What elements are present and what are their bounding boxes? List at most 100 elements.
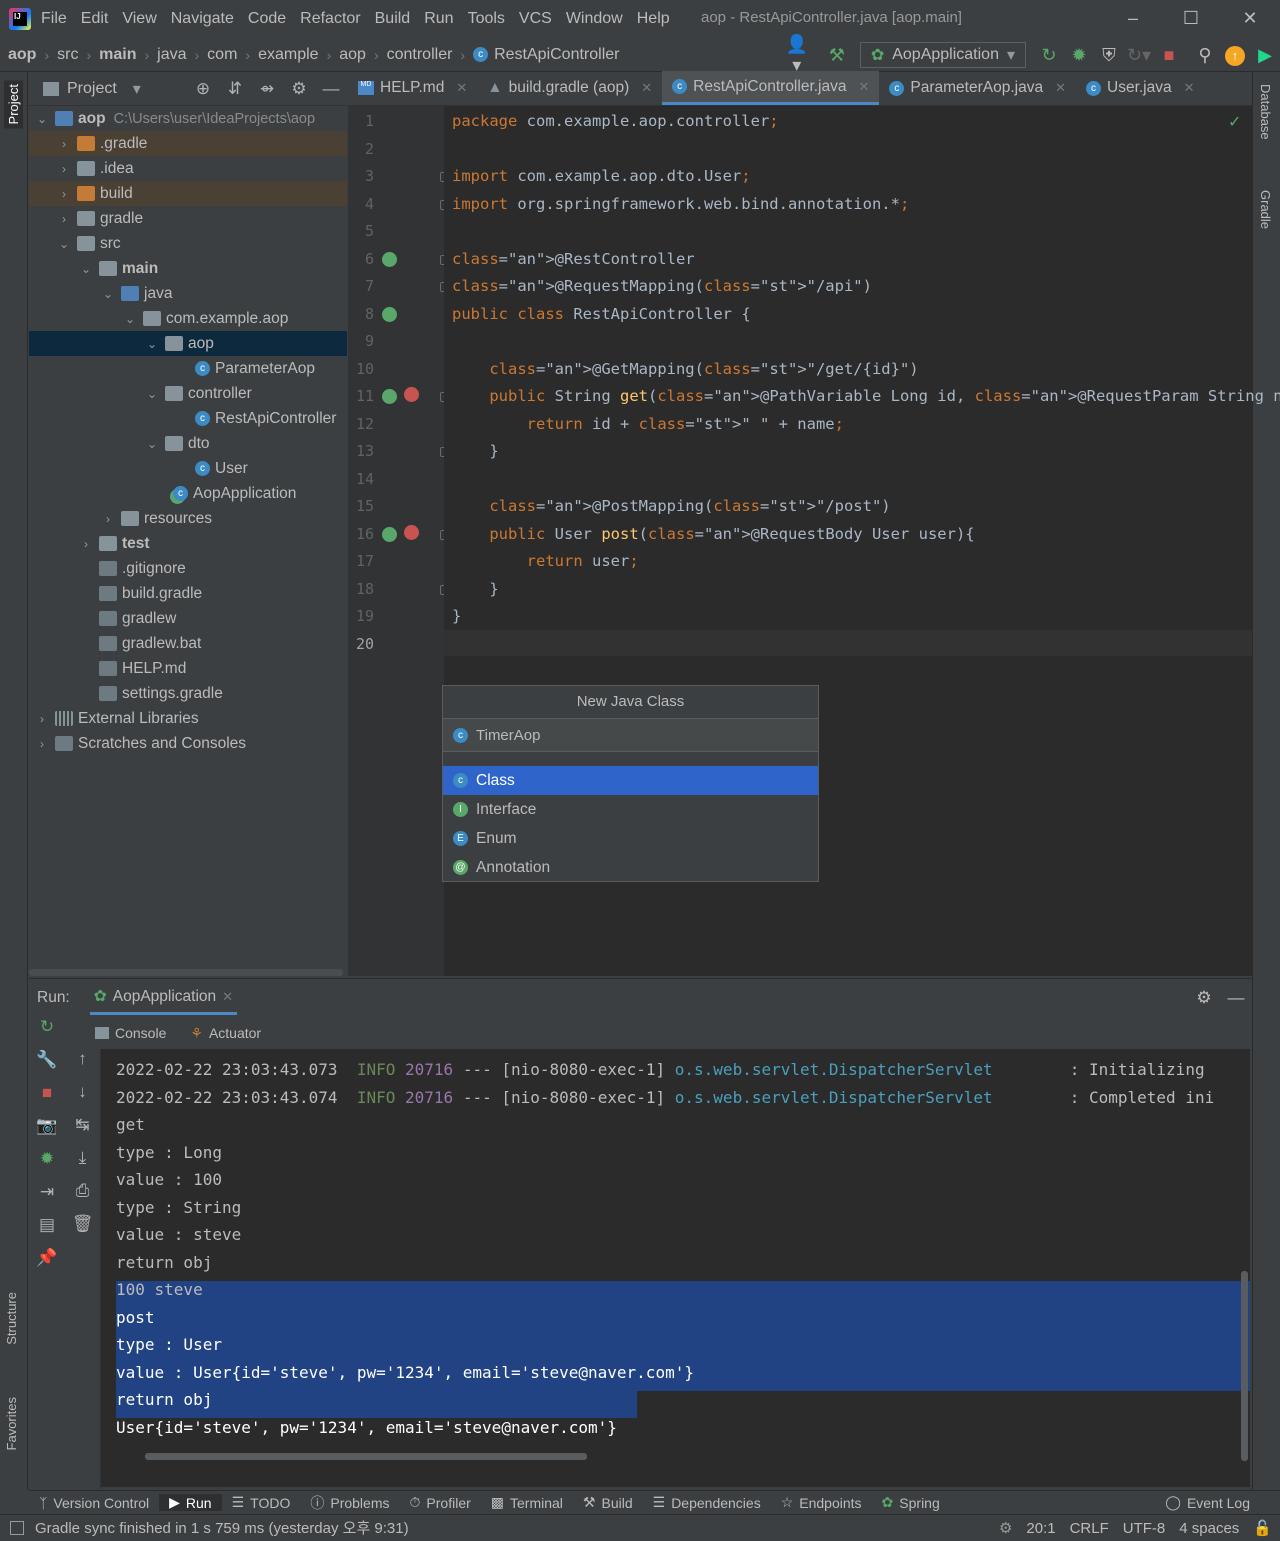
hide-icon[interactable]: — <box>1220 988 1252 1008</box>
restore-icon[interactable]: ✹ <box>29 1149 65 1182</box>
option-enum[interactable]: E Enum <box>443 824 818 853</box>
locate-icon[interactable]: ⊕ <box>187 79 219 99</box>
tree-item-aop-package[interactable]: ⌄ aop <box>29 331 347 356</box>
horizontal-scrollbar[interactable] <box>29 969 343 976</box>
spring-bean-icon[interactable] <box>382 306 397 322</box>
tree-item-package[interactable]: ⌄ com.example.aop <box>29 306 347 331</box>
hide-icon[interactable]: — <box>315 79 347 99</box>
jetbrains-toolbox-icon[interactable]: ▶ <box>1250 45 1280 66</box>
close-icon[interactable]: ✕ <box>456 80 467 96</box>
stop-icon[interactable]: ■ <box>1154 45 1184 66</box>
trash-icon[interactable]: 🗑 <box>65 1214 100 1247</box>
tree-item-dot-gradle[interactable]: › .gradle <box>29 131 347 156</box>
crumb-example[interactable]: example <box>258 46 318 64</box>
crumb-main[interactable]: main <box>99 46 136 64</box>
gear-icon[interactable]: ⚙ <box>283 79 315 99</box>
tree-item-build-gradle[interactable]: build.gradle <box>29 581 347 606</box>
close-icon[interactable]: ✕ <box>1184 80 1195 96</box>
minimize-icon[interactable]: – <box>1121 6 1145 30</box>
menu-build[interactable]: Build <box>375 10 411 28</box>
console-output[interactable]: 2022-02-22 23:03:43.073 INFO 20716 --- [… <box>101 1049 1250 1487</box>
menu-help[interactable]: Help <box>637 10 670 28</box>
build-hammer-icon[interactable]: ⚒ <box>822 45 852 66</box>
request-mapping-icon[interactable] <box>382 389 397 404</box>
tab-todo[interactable]: ☰ TODO <box>222 1494 301 1511</box>
crumb-aop[interactable]: aop <box>339 46 366 64</box>
request-mapping-icon[interactable] <box>382 526 397 542</box>
close-icon[interactable]: ✕ <box>1055 80 1066 96</box>
menu-view[interactable]: View <box>122 10 156 28</box>
gear-icon[interactable]: ⚙ <box>1188 988 1220 1008</box>
tree-item-restapicontroller[interactable]: c RestApiController <box>29 406 347 431</box>
file-encoding[interactable]: UTF-8 <box>1123 1520 1166 1537</box>
soft-wrap-icon[interactable]: ↹ <box>65 1115 100 1148</box>
option-class[interactable]: c Class <box>443 766 818 795</box>
menu-run[interactable]: Run <box>424 10 453 28</box>
menu-window[interactable]: Window <box>566 10 623 28</box>
intellij-logo-icon[interactable]: IJ <box>9 8 31 30</box>
lock-icon[interactable]: 🔓 <box>1253 1519 1272 1537</box>
tab-project[interactable]: Project <box>4 80 23 129</box>
coverage-icon[interactable]: ⛨ <box>1094 45 1124 66</box>
tab-dependencies[interactable]: ☰ Dependencies <box>643 1494 771 1511</box>
class-name-field[interactable]: c <box>443 718 818 752</box>
run-config-select[interactable]: ✿ AopApplication ▾ <box>859 42 1026 68</box>
close-icon[interactable]: ✕ <box>641 80 652 96</box>
tree-item-help-md[interactable]: HELP.md <box>29 656 347 681</box>
crumb-class[interactable]: RestApiController <box>494 46 619 64</box>
tree-item-user[interactable]: c User <box>29 456 347 481</box>
tab-user[interactable]: c User.java ✕ <box>1076 71 1205 105</box>
tab-event-log[interactable]: ◯ Event Log <box>1155 1494 1260 1511</box>
tree-item-external-libraries[interactable]: › External Libraries <box>29 706 347 731</box>
tab-database[interactable]: Database <box>1258 84 1273 140</box>
tree-item-controller[interactable]: ⌄ controller <box>29 381 347 406</box>
collapse-all-icon[interactable]: ⇴ <box>251 79 283 99</box>
tree-item-parameteraop[interactable]: c ParameterAop <box>29 356 347 381</box>
console-vertical-scrollbar[interactable] <box>1241 1271 1248 1461</box>
tree-item-gradlew-bat[interactable]: gradlew.bat <box>29 631 347 656</box>
menu-edit[interactable]: Edit <box>81 10 109 28</box>
tree-item-java[interactable]: ⌄ java <box>29 281 347 306</box>
tab-console[interactable]: Console <box>95 1025 166 1041</box>
indent-setting[interactable]: 4 spaces <box>1179 1520 1239 1537</box>
console-horizontal-scrollbar[interactable] <box>145 1453 587 1460</box>
rerun-icon[interactable]: ↻ <box>29 1017 65 1050</box>
tab-parameteraop[interactable]: c ParameterAop.java ✕ <box>879 71 1076 105</box>
tree-item-build[interactable]: › build <box>29 181 347 206</box>
menu-file[interactable]: File <box>41 10 67 28</box>
debug-icon[interactable]: ✹ <box>1064 45 1094 66</box>
close-icon[interactable]: ✕ <box>859 79 870 95</box>
tree-item-root[interactable]: ⌄ aop C:\Users\user\IdeaProjects\aop <box>29 106 347 131</box>
rerun-icon[interactable]: ↻ <box>1034 45 1064 66</box>
camera-icon[interactable]: 📷 <box>29 1116 65 1149</box>
tab-version-control[interactable]: ᛉ Version Control <box>29 1495 159 1511</box>
tree-item-gitignore[interactable]: .gitignore <box>29 556 347 581</box>
tab-gradle[interactable]: Gradle <box>1258 190 1273 229</box>
tab-spring[interactable]: ✿ Spring <box>872 1494 950 1511</box>
tab-actuator[interactable]: ⚘ Actuator <box>190 1025 261 1042</box>
run-config-tab[interactable]: ✿ AopApplication ✕ <box>89 981 238 1015</box>
expand-all-icon[interactable]: ⇵ <box>219 79 251 99</box>
tree-item-src[interactable]: ⌄ src <box>29 231 347 256</box>
tab-structure[interactable]: Structure <box>4 1292 19 1345</box>
class-name-input[interactable] <box>476 726 776 744</box>
tab-build[interactable]: ⚒ Build <box>573 1494 643 1511</box>
tree-item-test[interactable]: › test <box>29 531 347 556</box>
status-message[interactable]: Gradle sync finished in 1 s 759 ms (yest… <box>35 1517 409 1538</box>
tab-profiler[interactable]: ⏱ Profiler <box>400 1494 481 1511</box>
crumb-project[interactable]: aop <box>8 46 36 64</box>
crumb-src[interactable]: src <box>57 46 78 64</box>
tab-build-gradle[interactable]: ▲ build.gradle (aop) ✕ <box>477 71 662 105</box>
option-annotation[interactable]: @ Annotation <box>443 853 818 882</box>
crumb-com[interactable]: com <box>207 46 237 64</box>
update-icon[interactable]: ↑ <box>1220 44 1250 66</box>
toggle-tool-windows-icon[interactable] <box>10 1520 24 1535</box>
spring-bean-icon[interactable] <box>382 251 397 267</box>
stop-icon[interactable]: ■ <box>29 1083 65 1116</box>
layout-icon[interactable]: ▤ <box>29 1215 65 1248</box>
project-view-select[interactable]: Project <box>67 80 117 98</box>
crumb-java[interactable]: java <box>157 46 186 64</box>
tab-help-md[interactable]: MD HELP.md ✕ <box>348 71 477 105</box>
arrow-down-icon[interactable]: ↓ <box>65 1082 100 1115</box>
scroll-to-end-icon[interactable]: ⤓ <box>65 1148 100 1181</box>
